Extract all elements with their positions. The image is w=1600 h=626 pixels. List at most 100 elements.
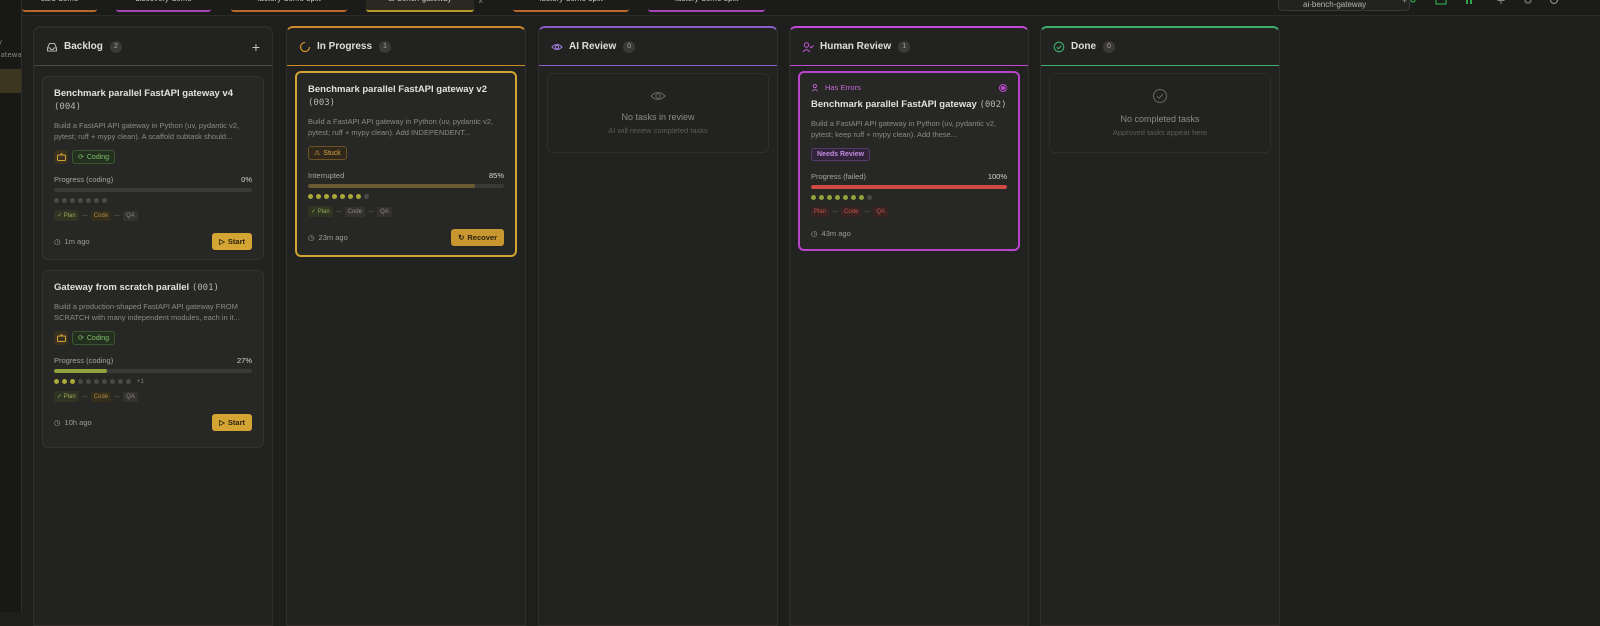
stage-qa: QA	[123, 391, 138, 402]
column-in-progress: In Progress 1 Benchmark parallel FastAPI…	[286, 26, 526, 626]
error-label: Has Errors	[825, 83, 861, 92]
task-card[interactable]: Has Errors Benchmark parallel FastAPI ga…	[798, 71, 1020, 251]
sidebar-stub-b: gateway	[0, 51, 22, 59]
eye-icon	[650, 92, 666, 100]
task-description: Build a FastAPI API gateway in Python (u…	[308, 117, 493, 137]
column-human-review: Human Review 1 Has Errors Benchmark para…	[789, 26, 1029, 626]
task-id: (003)	[308, 98, 336, 108]
sidebar: y gateway	[0, 0, 22, 612]
task-time: ◷ 23m ago	[308, 233, 348, 242]
rotate-icon: ↻	[458, 233, 465, 242]
column-header-in-progress: In Progress 1	[287, 28, 525, 66]
progress-label: Interrupted	[308, 171, 345, 180]
column-header-human-review: Human Review 1	[790, 28, 1028, 66]
sparkle-icon[interactable]	[1495, 0, 1507, 7]
column-count: 0	[623, 40, 636, 53]
tab-label: ai-bench-gateway	[388, 0, 451, 3]
play-icon: ▷	[219, 237, 225, 246]
stage-code: Code	[344, 206, 366, 217]
tab-label: factory-demo-split	[539, 0, 603, 3]
stage-plan: ✓ Plan	[308, 206, 333, 217]
progress-percent: 0%	[241, 175, 252, 184]
task-description: Build a FastAPI API gateway in Python (u…	[54, 121, 239, 141]
project-tab[interactable]: factory-demo-split	[648, 0, 765, 12]
progress-bar	[54, 188, 252, 192]
clock-icon: ◷	[811, 229, 818, 238]
project-tab[interactable]: cars-demo	[22, 0, 97, 12]
task-title: Benchmark parallel FastAPI gateway v4 (0…	[54, 88, 233, 112]
start-button[interactable]: ▷ Start	[212, 233, 252, 250]
progress-bar	[811, 185, 1007, 189]
project-selector[interactable]: ai-bench-gateway	[1278, 0, 1410, 11]
recover-button[interactable]: ↻ Recover	[451, 229, 504, 246]
sidebar-active-item[interactable]	[0, 69, 21, 93]
stage-plan: ✓ Plan	[54, 391, 79, 402]
status-badge: ⟳ Coding	[72, 150, 116, 164]
column-header-ai-review: AI Review 0	[539, 28, 777, 66]
empty-title: No completed tasks	[1120, 114, 1200, 124]
agent-icon	[54, 331, 68, 345]
warning-icon: ⚠	[314, 150, 321, 157]
column-header-backlog: Backlog 2 +	[34, 28, 272, 66]
start-button[interactable]: ▷ Start	[212, 414, 252, 431]
clock-icon: ◷	[308, 233, 315, 242]
terminal-icon[interactable]	[1435, 0, 1447, 7]
empty-title: No tasks in review	[621, 112, 695, 122]
loading-icon	[299, 41, 311, 52]
task-time: ◷ 43m ago	[811, 229, 851, 238]
sidebar-stub-a: y	[0, 38, 2, 46]
user-alert-icon	[811, 83, 818, 92]
help-icon[interactable]	[1548, 0, 1560, 7]
column-count: 1	[379, 40, 392, 53]
subtask-dots	[811, 194, 1007, 201]
task-card[interactable]: Gateway from scratch parallel (001) Buil…	[42, 270, 264, 448]
refresh-icon: ⟳	[78, 154, 84, 161]
project-tab-active[interactable]: ai-bench-gateway	[366, 0, 474, 12]
branch-icon[interactable]	[1407, 0, 1419, 7]
error-header: Has Errors	[811, 83, 1007, 92]
tab-label: factory-demo-split	[675, 0, 739, 3]
stage-qa: QA	[377, 206, 392, 217]
task-id: (002)	[979, 100, 1007, 110]
subtask-dots	[308, 193, 504, 200]
task-description: Build a FastAPI API gateway in Python (u…	[811, 119, 996, 139]
project-tab[interactable]: factory-demo-split	[513, 0, 629, 12]
column-count: 0	[1103, 40, 1115, 53]
project-tab[interactable]: discovery-demo	[116, 0, 211, 12]
project-tab-bar: cars-demo discovery-demo factory-demo-sp…	[22, 0, 1600, 16]
empty-state: No completed tasks Approved tasks appear…	[1049, 73, 1271, 153]
status-badge: ⟳ Coding	[72, 331, 116, 345]
phase-stages: Plan — Code — QA	[811, 207, 1007, 217]
column-title: Done	[1071, 41, 1096, 52]
column-ai-review: AI Review 0 No tasks in review AI will r…	[538, 26, 778, 626]
column-count: 2	[109, 40, 122, 53]
task-time: ◷ 10h ago	[54, 418, 92, 427]
clock-icon: ◷	[54, 237, 61, 246]
task-id: (001)	[191, 283, 219, 293]
stage-code: Code	[841, 207, 862, 217]
phase-stages: ✓ Plan — Code — QA	[54, 210, 252, 221]
subtask-dots	[54, 197, 252, 204]
project-tab[interactable]: factory-demo-split	[231, 0, 347, 12]
task-card[interactable]: Benchmark parallel FastAPI gateway v4 (0…	[42, 76, 264, 260]
empty-subtitle: Approved tasks appear here	[1112, 128, 1208, 137]
add-task-button[interactable]: +	[252, 40, 260, 54]
user-check-icon	[802, 41, 814, 52]
stage-qa: QA	[123, 210, 138, 221]
column-count: 1	[898, 40, 911, 53]
eye-icon	[551, 43, 563, 50]
column-title: AI Review	[569, 41, 617, 52]
close-tab-icon[interactable]: ×	[478, 0, 483, 6]
chart-icon[interactable]	[1463, 0, 1475, 7]
stage-code: Code	[90, 391, 112, 402]
progress-bar	[308, 184, 504, 188]
clock-icon: ◷	[54, 418, 61, 427]
inbox-icon	[47, 42, 57, 51]
more-subtasks: +1	[137, 378, 144, 385]
task-card[interactable]: Benchmark parallel FastAPI gateway v2 (0…	[295, 71, 517, 257]
progress-percent: 85%	[488, 171, 504, 180]
phase-stages: ✓ Plan — Code — QA	[54, 391, 252, 402]
check-circle-icon	[1053, 41, 1065, 52]
column-title: Human Review	[820, 41, 892, 52]
gear-icon[interactable]	[1522, 0, 1534, 7]
